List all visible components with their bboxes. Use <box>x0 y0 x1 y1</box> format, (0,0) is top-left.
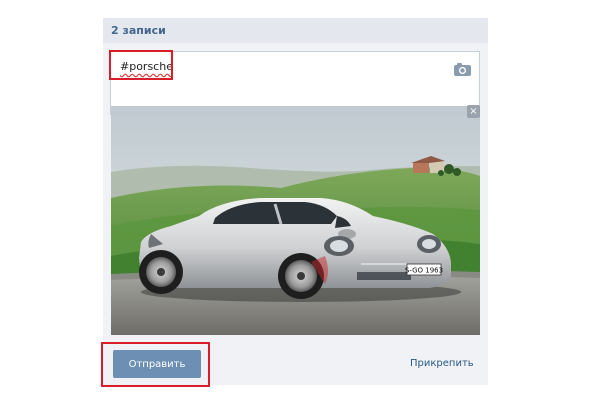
remove-photo-button[interactable]: × <box>467 105 480 118</box>
hashtag-highlight <box>109 50 173 80</box>
attach-link[interactable]: Прикрепить <box>410 358 474 369</box>
records-count: 2 записи <box>111 24 166 37</box>
send-highlight <box>101 342 210 387</box>
camera-icon[interactable] <box>454 62 471 76</box>
porsche-photo: S-GO 1963 <box>111 106 480 335</box>
license-plate: S-GO 1963 <box>405 267 443 275</box>
attached-photo[interactable]: S-GO 1963 <box>111 106 480 335</box>
panel-header: 2 записи <box>103 18 488 43</box>
